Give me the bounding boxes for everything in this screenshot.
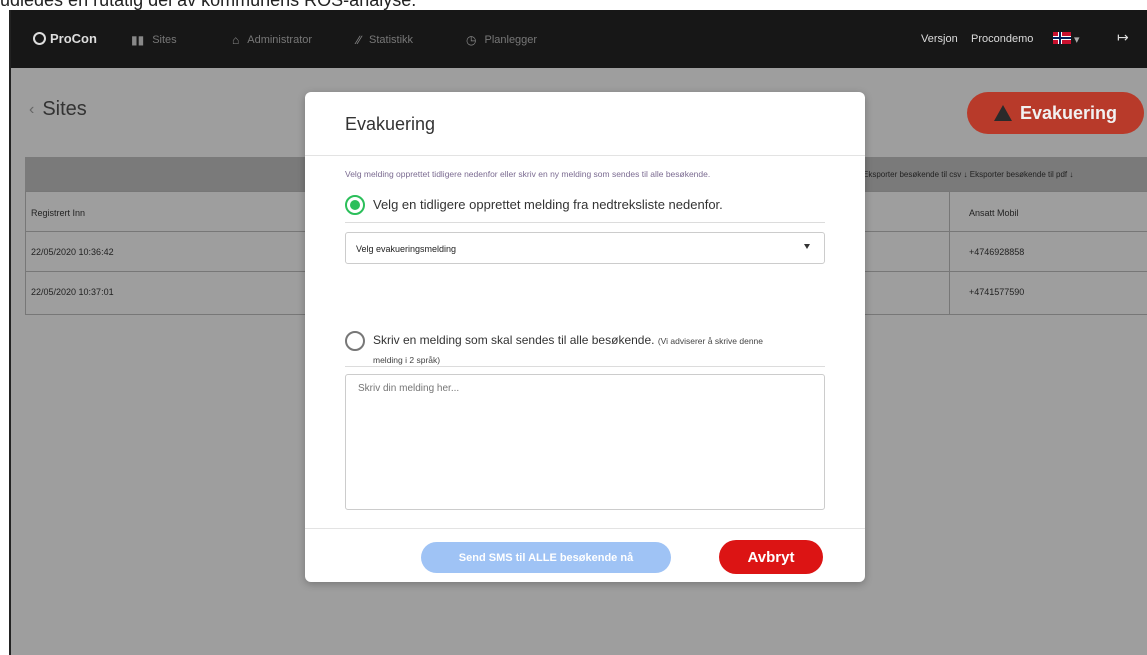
- option-divider: [345, 222, 825, 223]
- top-caption: udledes en rutatig del av kommunens ROS-…: [0, 0, 417, 10]
- column-header-registrert-inn[interactable]: Registrert Inn: [31, 208, 85, 218]
- sites-icon: ▮▮: [131, 33, 145, 47]
- evacuation-button[interactable]: Evakuering: [967, 92, 1144, 134]
- home-icon: ⌂: [232, 33, 240, 47]
- logout-icon[interactable]: ↦: [1117, 29, 1129, 46]
- nav-item-label: Statistikk: [369, 34, 414, 46]
- option-new-note-cont: melding i 2 språk): [373, 355, 441, 365]
- modal-footer-divider: [305, 528, 865, 529]
- nav-item-administrator[interactable]: ⌂ Administrator: [232, 33, 312, 47]
- column-header-ansatt-mobil[interactable]: Ansatt Mobil: [969, 208, 1019, 218]
- table-divider: [949, 191, 950, 314]
- procon-logo[interactable]: ProCon: [33, 31, 97, 46]
- option-new-note: (Vi adviserer å skrive denne: [657, 336, 764, 346]
- table-border: [25, 191, 26, 314]
- norway-flag-icon[interactable]: [1053, 32, 1071, 44]
- evacuation-modal: Evakuering Velg melding opprettet tidlig…: [305, 92, 865, 582]
- top-nav: ProCon ▮▮ Sites ⌂ Administrator ∕∕ Stati…: [11, 10, 1147, 68]
- warning-icon: [993, 105, 1012, 121]
- modal-intro-text: Velg melding opprettet tidligere nedenfo…: [345, 169, 711, 179]
- logo-text: ProCon: [50, 31, 97, 46]
- option-new-main: Skriv en melding som skal sendes til all…: [373, 333, 655, 347]
- radio-select-existing[interactable]: [345, 195, 365, 215]
- option-new-label[interactable]: Skriv en melding som skal sendes til all…: [373, 331, 843, 369]
- send-sms-button[interactable]: Send SMS til ALLE besøkende nå: [421, 542, 671, 573]
- nav-item-label: Planlegger: [484, 34, 538, 46]
- radio-write-new[interactable]: [345, 331, 365, 351]
- option-existing-label[interactable]: Velg en tidligere opprettet melding fra …: [373, 197, 723, 212]
- version-link[interactable]: Versjon: [921, 33, 958, 45]
- back-chevron-icon[interactable]: ‹: [29, 101, 34, 119]
- cell-registrert-inn: 22/05/2020 10:37:01: [31, 287, 114, 297]
- option-divider: [345, 366, 825, 367]
- evacuation-button-label: Evakuering: [1019, 102, 1118, 123]
- modal-title: Evakuering: [345, 114, 436, 134]
- cancel-button[interactable]: Avbryt: [719, 540, 823, 574]
- nav-item-statistikk[interactable]: ∕∕ Statistikk: [357, 33, 413, 47]
- evacuation-message-select[interactable]: Velg evakueringsmelding: [345, 232, 825, 264]
- download-icon: ↓: [1069, 170, 1074, 179]
- modal-divider: [305, 155, 865, 156]
- logo-icon: [33, 32, 46, 45]
- clock-icon: ◷: [466, 33, 477, 47]
- nav-item-planlegger[interactable]: ◷ Planlegger: [466, 33, 537, 47]
- page-title: ‹ Sites: [29, 98, 87, 121]
- cell-registrert-inn: 22/05/2020 10:36:42: [31, 247, 114, 257]
- export-pdf-link[interactable]: Eksporter besøkende til pdf: [970, 170, 1067, 179]
- select-value: Velg evakueringsmelding: [356, 244, 457, 254]
- message-textarea[interactable]: [345, 374, 825, 510]
- nav-item-label: Sites: [152, 34, 177, 46]
- chart-icon: ∕∕: [357, 33, 362, 47]
- app-frame: ProCon ▮▮ Sites ⌂ Administrator ∕∕ Stati…: [9, 10, 1147, 655]
- export-csv-link[interactable]: Eksporter besøkende til csv: [863, 170, 961, 179]
- nav-item-sites[interactable]: ▮▮ Sites: [131, 33, 177, 47]
- caret-down-icon: [804, 244, 810, 249]
- export-links: Eksporter besøkende til csv ↓ Eksporter …: [863, 170, 1073, 179]
- chevron-down-icon[interactable]: ▾: [1074, 33, 1080, 46]
- cell-ansatt-mobil: +4741577590: [969, 287, 1025, 297]
- page-title-text: Sites: [42, 98, 87, 120]
- nav-item-label: Administrator: [247, 34, 313, 46]
- cell-ansatt-mobil: +4746928858: [969, 247, 1025, 257]
- user-menu[interactable]: Procondemo: [971, 33, 1033, 45]
